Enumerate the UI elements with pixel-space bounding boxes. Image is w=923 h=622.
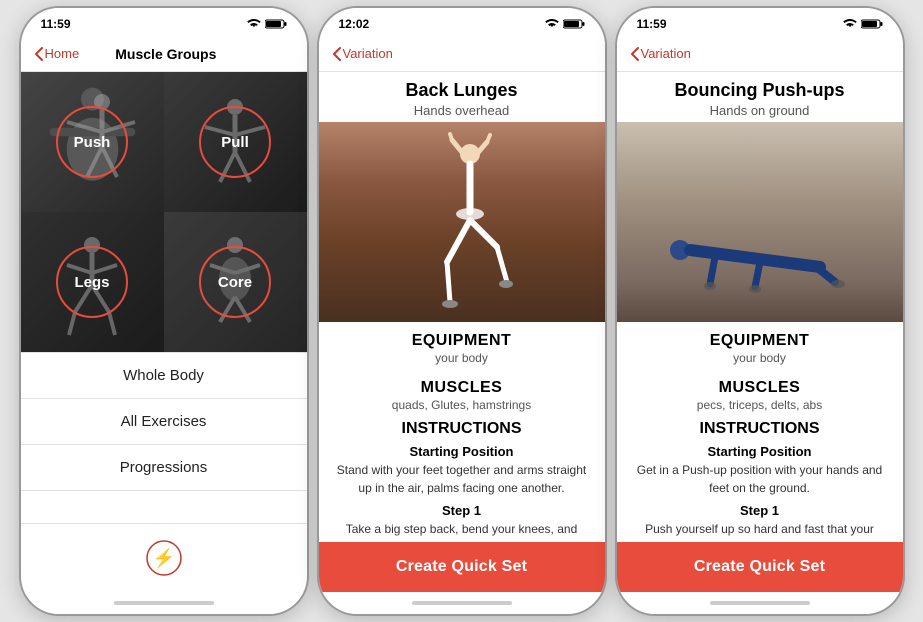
step1-text-2: Take a big step back, bend your knees, a… <box>335 520 589 542</box>
equipment-label-2: EQUIPMENT <box>335 332 589 350</box>
muscles-section-2: MUSCLES quads, Glutes, hamstrings <box>319 369 605 416</box>
back-btn-2[interactable]: Variation <box>333 46 393 61</box>
exercise-title-3: Bouncing Push-ups <box>633 80 887 101</box>
home-indicator-2 <box>319 592 605 614</box>
home-bar-1 <box>114 601 214 605</box>
home-indicator-1 <box>21 592 307 614</box>
phone2: 12:02 Variation Back Lunges Hands overhe… <box>317 6 607 616</box>
step0-title-2: Starting Position <box>335 444 589 459</box>
exercise-subtitle-2: Hands overhead <box>335 103 589 118</box>
muscles-label-3: MUSCLES <box>633 379 887 397</box>
time-1: 11:59 <box>41 17 71 31</box>
wifi-icon <box>247 19 261 29</box>
svg-text:⚡: ⚡ <box>152 547 174 569</box>
equipment-sub-3: your body <box>633 351 887 365</box>
list-item-whole-body[interactable]: Whole Body <box>21 353 307 399</box>
cta-btn-3[interactable]: Create Quick Set <box>617 542 903 592</box>
list-item-progressions[interactable]: Progressions <box>21 445 307 491</box>
home-indicator-3 <box>617 592 903 614</box>
muscle-cell-legs[interactable]: Legs <box>21 212 164 352</box>
exercise-header-3: Bouncing Push-ups Hands on ground <box>617 72 903 122</box>
muscles-section-3: MUSCLES pecs, triceps, delts, abs <box>617 369 903 416</box>
step1-title-3: Step 1 <box>633 503 887 518</box>
step0-text-2: Stand with your feet together and arms s… <box>335 461 589 497</box>
wifi-icon-3 <box>843 19 857 29</box>
home-bar-2 <box>412 601 512 605</box>
exercise-title-2: Back Lunges <box>335 80 589 101</box>
battery-icon <box>265 19 287 29</box>
step0-text-3: Get in a Push-up position with your hand… <box>633 461 887 497</box>
status-bar-1: 11:59 <box>21 8 307 36</box>
muscles-value-2: quads, Glutes, hamstrings <box>335 398 589 412</box>
pull-label: Pull <box>199 106 271 178</box>
exercise-subtitle-3: Hands on ground <box>633 103 887 118</box>
exercise-content-2: Back Lunges Hands overhead <box>319 72 605 542</box>
back-btn-3[interactable]: Variation <box>631 46 691 61</box>
muscle-cell-core[interactable]: Core <box>164 212 307 352</box>
core-label: Core <box>199 246 271 318</box>
lunge-figure-svg <box>402 132 522 322</box>
time-3: 11:59 <box>637 17 667 31</box>
phones-container: 11:59 Home Muscle Groups <box>19 6 905 616</box>
status-icons-3 <box>843 19 883 29</box>
step0-title-3: Starting Position <box>633 444 887 459</box>
equipment-sub-2: your body <box>335 351 589 365</box>
instructions-heading-2: INSTRUCTIONS <box>335 420 589 438</box>
muscle-cell-push[interactable]: Push <box>21 72 164 212</box>
phone1: 11:59 Home Muscle Groups <box>19 6 309 616</box>
list-item-all-exercises[interactable]: All Exercises <box>21 399 307 445</box>
phone3: 11:59 Variation Bouncing Push-ups Hands … <box>615 6 905 616</box>
exercise-image-2 <box>319 122 605 322</box>
nav-bar-1: Home Muscle Groups <box>21 36 307 72</box>
instructions-section-2: INSTRUCTIONS Starting Position Stand wit… <box>319 416 605 542</box>
wifi-icon-2 <box>545 19 559 29</box>
chevron-left-icon-2 <box>333 47 341 61</box>
status-bar-2: 12:02 <box>319 8 605 36</box>
time-2: 12:02 <box>339 17 370 31</box>
equipment-section-3: EQUIPMENT your body <box>617 322 903 369</box>
instructions-section-3: INSTRUCTIONS Starting Position Get in a … <box>617 416 903 542</box>
muscles-value-3: pecs, triceps, delts, abs <box>633 398 887 412</box>
muscles-label-2: MUSCLES <box>335 379 589 397</box>
home-bar-3 <box>710 601 810 605</box>
step1-title-2: Step 1 <box>335 503 589 518</box>
step1-text-3: Push yourself up so hard and fast that y… <box>633 520 887 542</box>
battery-icon-2 <box>563 19 585 29</box>
nav-bar-2: Variation <box>319 36 605 72</box>
cta-btn-2[interactable]: Create Quick Set <box>319 542 605 592</box>
nav-bar-3: Variation <box>617 36 903 72</box>
pushup-figure-svg <box>660 212 860 312</box>
phone1-footer: ⚡ <box>21 523 307 592</box>
exercise-image-3 <box>617 122 903 322</box>
status-bar-3: 11:59 <box>617 8 903 36</box>
equipment-label-3: EQUIPMENT <box>633 332 887 350</box>
muscle-cell-pull[interactable]: Pull <box>164 72 307 212</box>
muscle-list: Whole Body All Exercises Progressions <box>21 352 307 491</box>
battery-icon-3 <box>861 19 883 29</box>
exercise-content-3: Bouncing Push-ups Hands on ground <box>617 72 903 542</box>
app-logo-icon: ⚡ <box>146 540 182 576</box>
status-icons-2 <box>545 19 585 29</box>
push-label: Push <box>56 106 128 178</box>
legs-label: Legs <box>56 246 128 318</box>
muscle-grid: Push Pull <box>21 72 307 352</box>
exercise-header-2: Back Lunges Hands overhead <box>319 72 605 122</box>
back-label-3: Variation <box>641 46 691 61</box>
back-label-2: Variation <box>343 46 393 61</box>
chevron-left-icon-3 <box>631 47 639 61</box>
status-icons-1 <box>247 19 287 29</box>
nav-title-1: Muscle Groups <box>39 46 292 62</box>
instructions-heading-3: INSTRUCTIONS <box>633 420 887 438</box>
equipment-section-2: EQUIPMENT your body <box>319 322 605 369</box>
